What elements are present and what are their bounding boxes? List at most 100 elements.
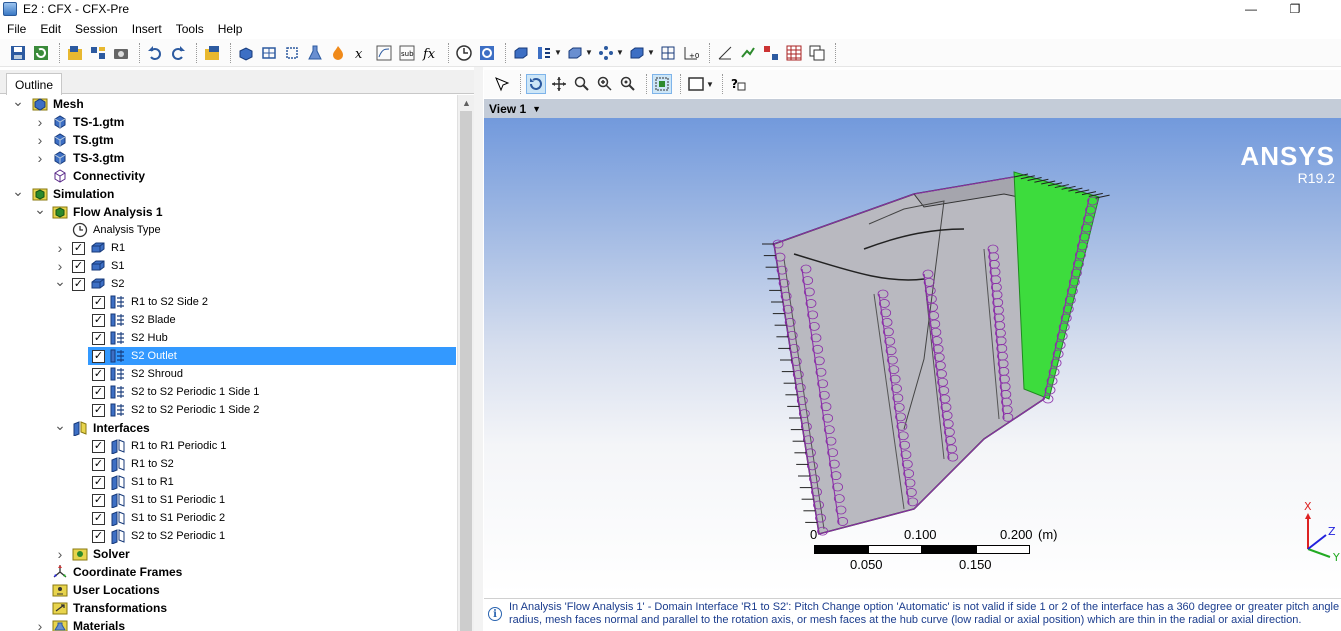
- chevron-down-icon[interactable]: ▼: [616, 48, 624, 57]
- visibility-checkbox[interactable]: ✓: [92, 313, 105, 327]
- help-pointer-icon[interactable]: ?: [728, 74, 748, 94]
- select-icon[interactable]: [492, 74, 512, 94]
- function-icon[interactable]: [374, 43, 394, 63]
- table-icon[interactable]: [784, 43, 804, 63]
- tree-item-ts-3-gtm[interactable]: › TS-3.gtm: [0, 149, 456, 167]
- visibility-checkbox[interactable]: ✓: [72, 259, 85, 273]
- restore-button[interactable]: ❐: [1272, 0, 1318, 18]
- import-mesh-icon[interactable]: [65, 43, 85, 63]
- menu-edit[interactable]: Edit: [33, 22, 68, 36]
- sub-icon[interactable]: sub: [397, 43, 417, 63]
- subdomain-icon[interactable]: [259, 43, 279, 63]
- tab-outline[interactable]: Outline: [6, 73, 62, 95]
- visibility-checkbox[interactable]: ✓: [92, 457, 105, 471]
- flask-icon[interactable]: [305, 43, 325, 63]
- chevron-right-icon[interactable]: ›: [34, 114, 46, 130]
- visibility-checkbox[interactable]: ✓: [92, 367, 105, 381]
- tree-item-s2-blade[interactable]: ✓ S2 Blade: [0, 311, 456, 329]
- visibility-checkbox[interactable]: ✓: [92, 331, 105, 345]
- tree-item-simulation[interactable]: ⌄ Simulation: [0, 183, 456, 203]
- menu-help[interactable]: Help: [211, 22, 250, 36]
- tree-item-s2-outlet[interactable]: ✓ S2 Outlet: [0, 347, 456, 365]
- tree-item-s2-shroud[interactable]: ✓ S2 Shroud: [0, 365, 456, 383]
- zoom-fit-icon[interactable]: [618, 74, 638, 94]
- tree-item-interfaces[interactable]: ⌄ Interfaces: [0, 417, 456, 437]
- points-icon[interactable]: [596, 43, 616, 63]
- tree-item-r1-to-s2-side-2[interactable]: ✓ R1 to S2 Side 2: [0, 293, 456, 311]
- menu-tools[interactable]: Tools: [169, 22, 211, 36]
- visibility-checkbox[interactable]: ✓: [92, 493, 105, 507]
- tree-item-s1-to-s1-periodic-1[interactable]: ✓ S1 to S1 Periodic 1: [0, 491, 456, 509]
- chevron-right-icon[interactable]: ›: [54, 240, 66, 256]
- refresh-icon[interactable]: [31, 43, 51, 63]
- tree-item-ts-gtm[interactable]: › TS.gtm: [0, 131, 456, 149]
- panel-splitter[interactable]: [474, 67, 483, 631]
- visibility-checkbox[interactable]: ✓: [92, 403, 105, 417]
- connect-icon[interactable]: [738, 43, 758, 63]
- cube-icon[interactable]: [627, 43, 647, 63]
- clock-icon[interactable]: [454, 43, 474, 63]
- visibility-checkbox[interactable]: ✓: [92, 295, 105, 309]
- tree-item-s2-to-s2-periodic-1-side-1[interactable]: ✓ S2 to S2 Periodic 1 Side 1: [0, 383, 456, 401]
- chevron-down-icon[interactable]: ▼: [706, 80, 714, 89]
- zoom-box-icon[interactable]: [595, 74, 615, 94]
- save-icon[interactable]: [8, 43, 28, 63]
- boundary-icon[interactable]: [282, 43, 302, 63]
- tree-item-s2[interactable]: ⌄ ✓ S2: [0, 273, 456, 293]
- tree-item-connectivity[interactable]: Connectivity: [0, 167, 456, 185]
- viewport-layout-icon[interactable]: [686, 74, 706, 94]
- tree-item-coordinate-frames[interactable]: Coordinate Frames: [0, 563, 456, 581]
- solver-icon[interactable]: [477, 43, 497, 63]
- flame-icon[interactable]: [328, 43, 348, 63]
- tree-item-s1-to-s1-periodic-2[interactable]: ✓ S1 to S1 Periodic 2: [0, 509, 456, 527]
- undo-icon[interactable]: [145, 43, 165, 63]
- chevron-right-icon[interactable]: ›: [34, 150, 46, 166]
- chevron-down-icon[interactable]: ⌄: [12, 183, 24, 199]
- tree-item-r1-to-r1-periodic-1[interactable]: ✓ R1 to R1 Periodic 1: [0, 437, 456, 455]
- chevron-right-icon[interactable]: ›: [34, 132, 46, 148]
- chevron-down-icon[interactable]: ▼: [554, 48, 562, 57]
- edit-icon[interactable]: [202, 43, 222, 63]
- tree-item-mesh[interactable]: ⌄ Mesh: [0, 95, 456, 113]
- view-selector[interactable]: View 1 ▼: [484, 99, 1341, 118]
- menu-session[interactable]: Session: [68, 22, 125, 36]
- visibility-checkbox[interactable]: ✓: [72, 277, 85, 291]
- tree-item-flow-analysis-1[interactable]: ⌄ Flow Analysis 1: [0, 201, 456, 221]
- tree-item-r1-to-s2[interactable]: ✓ R1 to S2: [0, 455, 456, 473]
- redo-icon[interactable]: [168, 43, 188, 63]
- chevron-down-icon[interactable]: ⌄: [12, 95, 24, 109]
- zoom-icon[interactable]: [572, 74, 592, 94]
- mesh-icon[interactable]: [88, 43, 108, 63]
- chevron-down-icon[interactable]: ▼: [585, 48, 593, 57]
- pan-icon[interactable]: [549, 74, 569, 94]
- interface-icon[interactable]: [534, 43, 554, 63]
- visibility-checkbox[interactable]: ✓: [92, 349, 105, 363]
- tree-item-transformations[interactable]: Transformations: [0, 599, 456, 617]
- domain-icon[interactable]: [236, 43, 256, 63]
- transform-icon[interactable]: [565, 43, 585, 63]
- rotate-icon[interactable]: [526, 74, 546, 94]
- visibility-checkbox[interactable]: ✓: [92, 529, 105, 543]
- 3d-viewport[interactable]: View 1 ▼ ANSYS R19.2 0 0.100 0.200 (m) 0…: [484, 99, 1341, 594]
- camera-icon[interactable]: [111, 43, 131, 63]
- graph-icon[interactable]: [761, 43, 781, 63]
- expression-icon[interactable]: x: [351, 43, 371, 63]
- angle-icon[interactable]: [715, 43, 735, 63]
- chevron-down-icon[interactable]: ⌄: [34, 201, 46, 217]
- chevron-down-icon[interactable]: ⌄: [54, 273, 66, 289]
- minimize-button[interactable]: —: [1228, 0, 1274, 18]
- fx-icon[interactable]: fx: [420, 43, 440, 63]
- visibility-checkbox[interactable]: ✓: [72, 241, 85, 255]
- tree-item-s1[interactable]: › ✓ S1: [0, 257, 456, 275]
- outline-scrollbar[interactable]: ▲: [457, 95, 474, 631]
- message-text[interactable]: In Analysis 'Flow Analysis 1' - Domain I…: [509, 601, 1339, 627]
- scroll-up-icon[interactable]: ▲: [458, 95, 475, 111]
- menu-file[interactable]: File: [0, 22, 33, 36]
- tree-item-solver[interactable]: › Solver: [0, 545, 456, 563]
- scrollbar-thumb[interactable]: [460, 111, 472, 631]
- chevron-down-icon[interactable]: ▼: [647, 48, 655, 57]
- chevron-right-icon[interactable]: ›: [54, 546, 66, 562]
- chevron-right-icon[interactable]: ›: [54, 258, 66, 274]
- visibility-checkbox[interactable]: ✓: [92, 511, 105, 525]
- visibility-checkbox[interactable]: ✓: [92, 385, 105, 399]
